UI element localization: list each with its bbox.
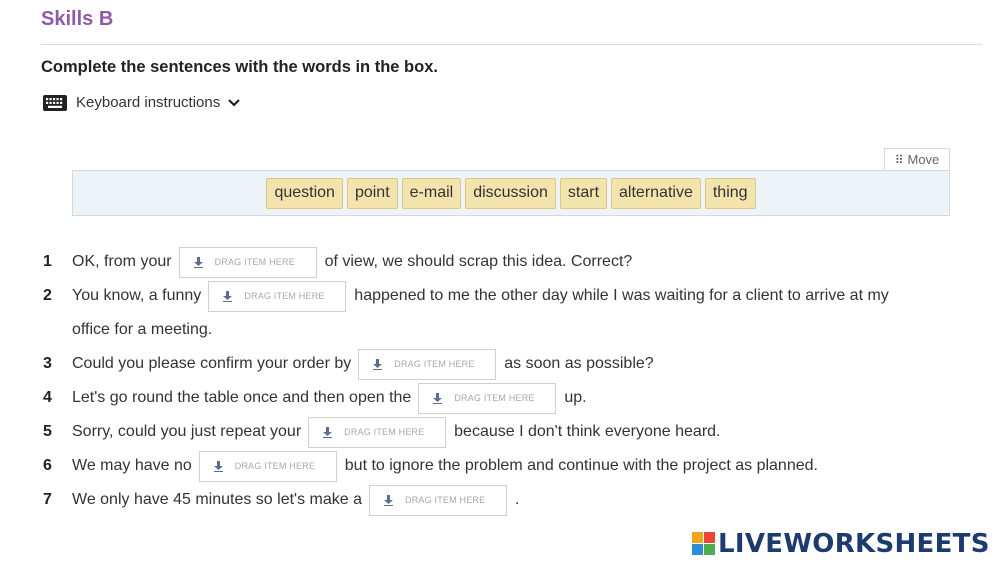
drop-zone-2[interactable]: DRAG ITEM HERE (208, 280, 347, 312)
exercise-instructions: Complete the sentences with the words in… (41, 58, 438, 76)
drag-dots-icon: ⠿ (894, 152, 904, 167)
question-number: 5 (43, 423, 52, 440)
download-arrow-icon (373, 358, 383, 370)
keyboard-instructions-label: Keyboard instructions (76, 94, 221, 111)
question-number: 6 (43, 457, 52, 474)
download-arrow-icon (433, 392, 443, 404)
word-chip-question[interactable]: question (266, 177, 343, 209)
drop-zone-4[interactable]: DRAG ITEM HERE (418, 382, 557, 414)
question-number: 3 (43, 355, 52, 372)
liveworksheets-logo: LIVEWORKSHEETS (692, 529, 990, 559)
liveworksheets-logo-icon (692, 532, 715, 555)
move-handle[interactable]: ⠿ Move (884, 148, 950, 170)
question-text-before: Let's go round the table once and then o… (72, 389, 412, 406)
page-title: Skills B (41, 8, 114, 30)
question-text-after: up. (564, 389, 587, 406)
title-divider (41, 44, 982, 45)
drop-zone-label: DRAG ITEM HERE (394, 359, 475, 369)
question-text-after: of view, we should scrap this idea. Corr… (324, 253, 633, 270)
question-text-before: Sorry, could you just repeat your (72, 423, 302, 440)
question-text-after: as soon as possible? (504, 355, 654, 372)
question-text-after: happened to me the other day while I was… (354, 287, 889, 304)
word-chip-alternative[interactable]: alternative (611, 177, 701, 209)
download-arrow-icon (223, 290, 233, 302)
drop-zone-label: DRAG ITEM HERE (244, 291, 325, 301)
drop-zone-label: DRAG ITEM HERE (214, 257, 295, 267)
download-arrow-icon (323, 426, 333, 438)
drop-zone-label: DRAG ITEM HERE (454, 393, 535, 403)
question-text-continuation: office for a meeting. (72, 321, 213, 338)
drop-zone-5[interactable]: DRAG ITEM HERE (308, 416, 447, 448)
drop-zone-6[interactable]: DRAG ITEM HERE (198, 450, 337, 482)
drop-zone-label: DRAG ITEM HERE (344, 427, 425, 437)
download-arrow-icon (384, 494, 394, 506)
question-number: 2 (43, 287, 52, 304)
download-arrow-icon (193, 256, 203, 268)
question-text-before: OK, from your (72, 253, 172, 270)
word-chip-thing[interactable]: thing (704, 177, 756, 209)
question-number: 7 (43, 491, 52, 508)
question-number: 4 (43, 389, 52, 406)
keyboard-icon (43, 94, 67, 111)
drop-zone-3[interactable]: DRAG ITEM HERE (358, 348, 497, 380)
chevron-down-icon (228, 98, 241, 107)
drop-zone-7[interactable]: DRAG ITEM HERE (369, 484, 508, 516)
question-text-before: You know, a funny (72, 287, 202, 304)
drop-zone-label: DRAG ITEM HERE (234, 461, 316, 471)
word-chip-discussion[interactable]: discussion (465, 177, 556, 209)
drop-zone-label: DRAG ITEM HERE (405, 495, 486, 505)
word-chip-e-mail[interactable]: e-mail (401, 177, 462, 209)
question-number: 1 (43, 253, 52, 270)
question-text-after: . (515, 491, 520, 508)
word-chip-start[interactable]: start (559, 177, 608, 209)
word-bank: question point e-mail discussion start a… (72, 170, 950, 216)
drop-zone-1[interactable]: DRAG ITEM HERE (178, 246, 317, 278)
question-text-before: We may have no (72, 457, 192, 474)
question-text-before: Could you please confirm your order by (72, 355, 352, 372)
keyboard-instructions-toggle[interactable]: Keyboard instructions (43, 94, 241, 111)
logo-text: LIVEWORKSHEETS (718, 529, 990, 559)
move-label: Move (907, 152, 940, 167)
question-text-after: but to ignore the problem and continue w… (344, 457, 818, 474)
question-text-before: We only have 45 minutes so let's make a (72, 491, 363, 508)
word-chip-point[interactable]: point (346, 177, 398, 209)
question-text-after: because I don't think everyone heard. (454, 423, 721, 440)
download-arrow-icon (213, 460, 223, 472)
